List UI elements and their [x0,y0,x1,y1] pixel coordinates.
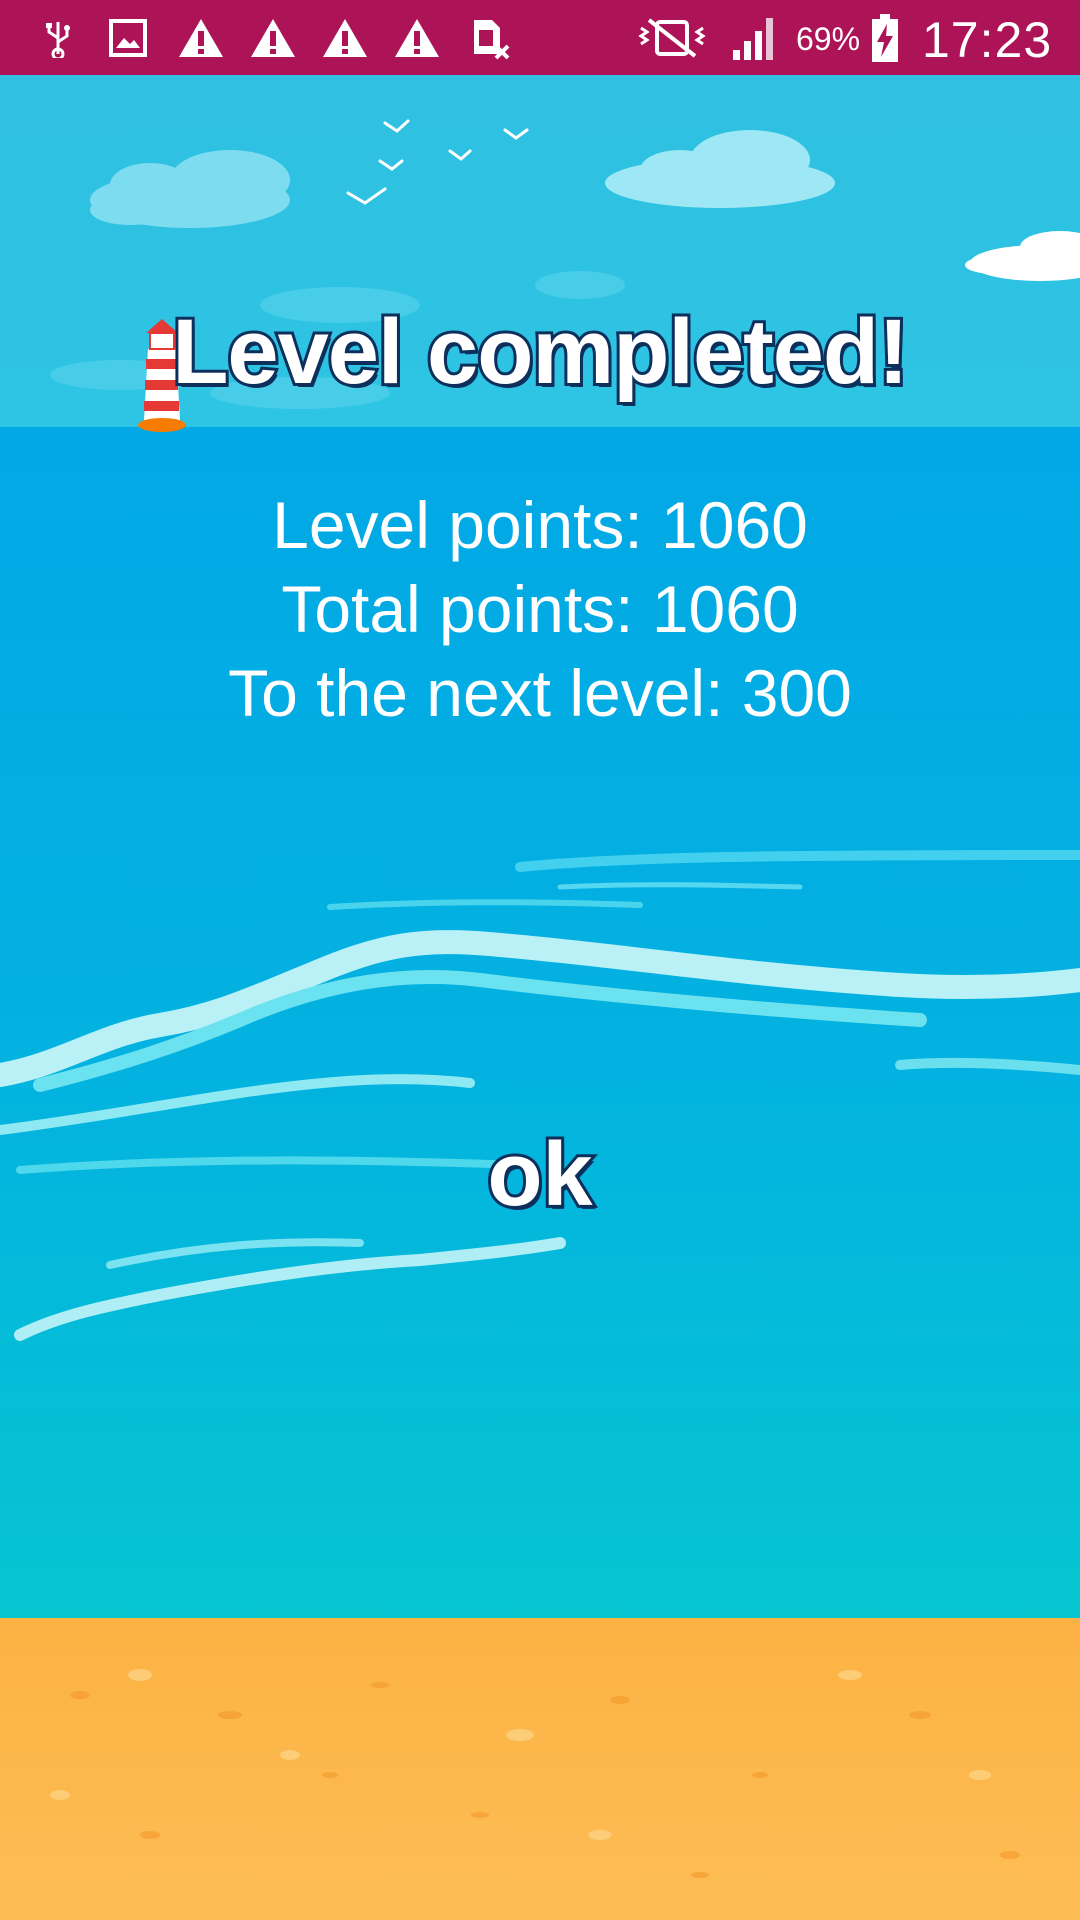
total-points-text: Total points: 1060 [281,572,799,646]
sim-error-icon [466,0,514,75]
level-points-text: Level points: 1060 [272,488,808,562]
battery-charging-icon [868,0,902,75]
image-icon [106,0,150,75]
clock: 17:23 [922,12,1053,68]
level-completed-title: Level completed! [169,298,912,406]
signal-icon [728,0,780,75]
warning-icon [392,0,442,75]
warning-icon [176,0,226,75]
warning-icon [248,0,298,75]
next-level-text: To the next level: 300 [228,656,852,730]
battery-percent: 69% [796,21,861,57]
warning-icon [320,0,370,75]
status-bar: 69% 17:23 [0,0,1080,75]
usb-icon [38,0,78,75]
vibrate-icon [636,0,708,75]
points-summary: Level points: 1060 Total points: 1060 To… [0,483,1080,735]
ok-button[interactable]: ok [440,1120,640,1230]
